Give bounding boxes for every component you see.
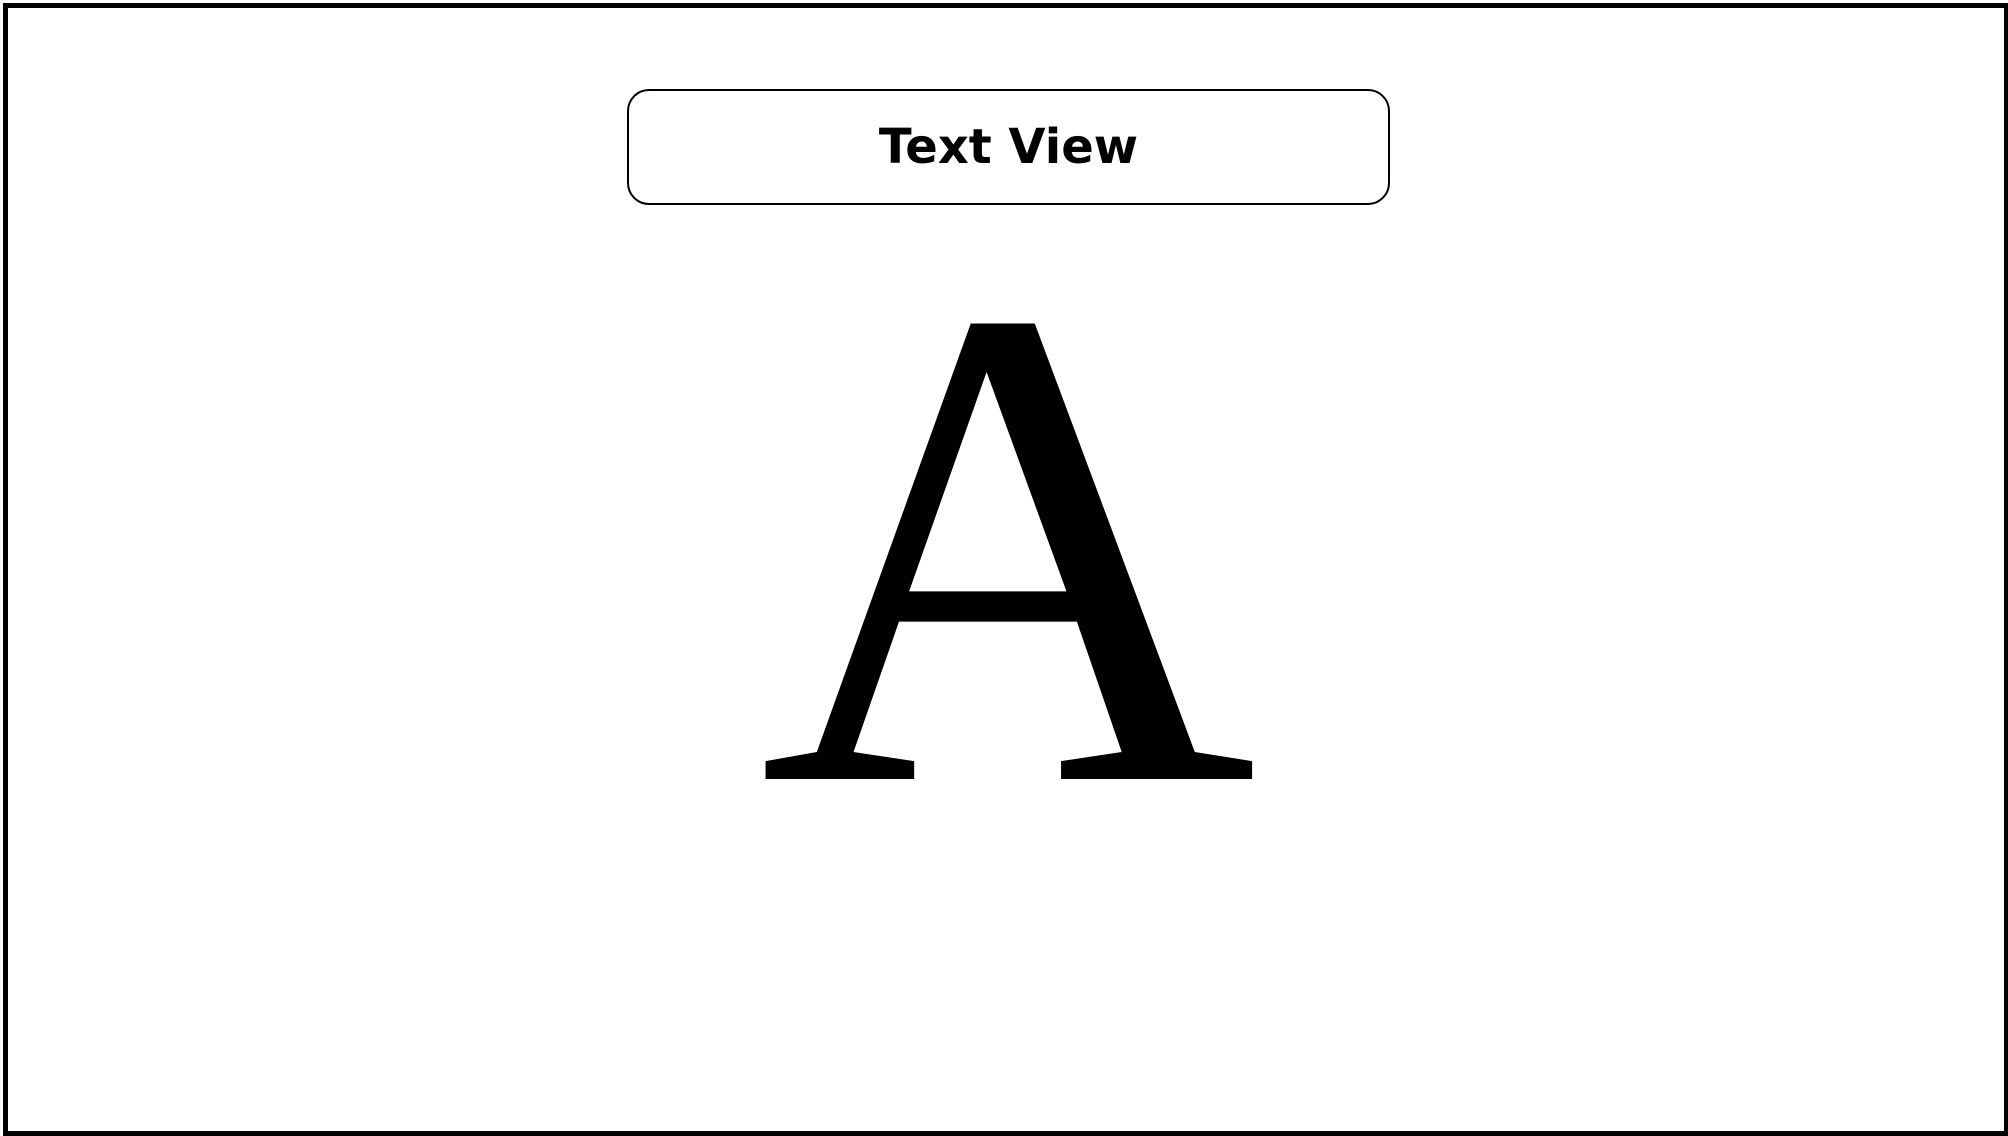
component-title: Text View: [878, 119, 1139, 175]
text-view-frame: Text View A: [3, 3, 2008, 1136]
displayed-text: A: [758, 165, 1258, 929]
text-display-area: A: [708, 202, 1308, 892]
